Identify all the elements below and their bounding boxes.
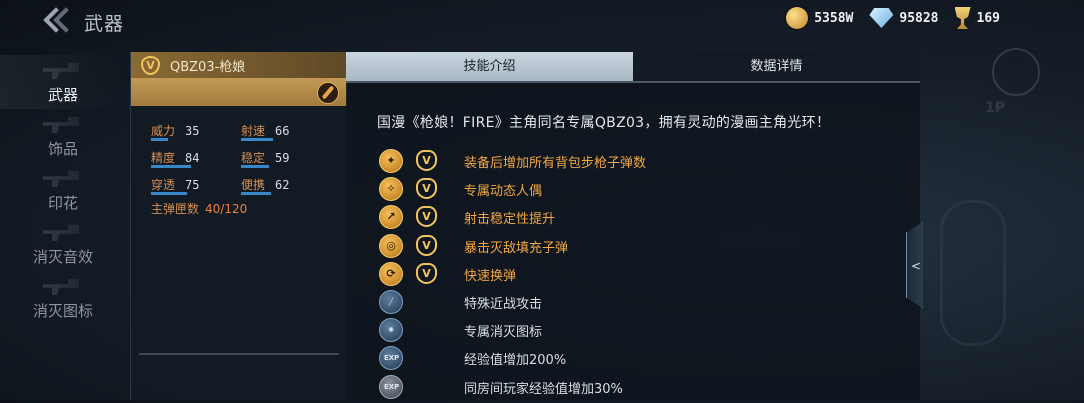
weapon-stats: 威力 35 射速 66 精度 84 稳定 59 穿透 75 便携 62 主弹匣数… [151, 122, 331, 217]
skill-text: 同房间玩家经验值增加30% [464, 381, 623, 397]
stat-bar [151, 165, 191, 168]
rifle-icon [43, 62, 79, 79]
stat-accuracy: 精度 84 [151, 149, 241, 176]
exp-room-icon: EXP [379, 374, 403, 399]
sidebar-item-label: 饰品 [47, 140, 78, 158]
sidebar-item-label: 消灭图标 [32, 302, 93, 320]
gold-amount: 5358W [814, 10, 854, 26]
weapon-preview-decor [940, 200, 1006, 346]
rank-badge-icon: V [141, 55, 160, 75]
diamond-amount: 95828 [899, 10, 939, 26]
reload-icon: ⟳ [379, 261, 403, 286]
skill-text: 特殊近战攻击 [464, 296, 543, 312]
accessory-icon [43, 116, 79, 133]
kill-icon: ✺ [379, 318, 403, 343]
stat-fire-rate: 射速 66 [241, 122, 331, 149]
stat-bar [241, 138, 273, 141]
chevron-left-icon: < [911, 259, 922, 273]
sidebar-item-kill-icon[interactable]: 消灭图标 [0, 271, 126, 325]
weapon-banner [131, 78, 347, 106]
divider [139, 353, 339, 355]
rank-badge-icon: V [416, 262, 437, 284]
sidebar-item-accessory[interactable]: 饰品 [0, 109, 126, 163]
stat-bar [151, 138, 168, 141]
melee-icon: ╱ [379, 289, 403, 314]
diamond-icon [869, 8, 894, 28]
tab-skill-intro[interactable]: 技能介绍 [346, 52, 633, 81]
currency-bar: 5358W 95828 169 [786, 7, 1010, 29]
skill-text: 快速换弹 [464, 268, 517, 284]
sound-icon [43, 224, 79, 241]
tab-data-details[interactable]: 数据详情 [633, 52, 920, 81]
dial-icon [992, 48, 1040, 96]
category-sidebar: 武器 饰品 印花 消灭音效 消灭图标 [0, 55, 126, 325]
stat-bar [241, 165, 269, 168]
refill-icon: ◎ [379, 233, 403, 258]
doll-icon: ✧ [379, 177, 403, 202]
ammo-icon: ✦ [379, 149, 403, 173]
skill-text: 暴击灭敌填充子弹 [464, 240, 569, 256]
stat-penetration: 穿透 75 [151, 176, 241, 203]
weapon-name: QBZ03-枪娘 [170, 59, 246, 75]
tab-bar: 技能介绍 数据详情 [346, 52, 920, 83]
wings-icon [43, 278, 79, 295]
weapon-description: 国漫《枪娘！FIRE》主角同名专属QBZ03，拥有灵动的漫画主角光环！ [377, 115, 831, 131]
stat-bar [241, 192, 271, 195]
view-mode-label: 1P [985, 100, 1006, 116]
rank-badge-icon: V [416, 206, 437, 228]
sidebar-item-label: 消灭音效 [32, 248, 93, 266]
rank-badge-icon: V [416, 150, 437, 171]
stat-power: 威力 35 [151, 122, 241, 149]
skill-text: 装备后增加所有背包步枪子弹数 [464, 156, 647, 171]
sidebar-item-kill-sound[interactable]: 消灭音效 [0, 217, 126, 271]
skill-text: 专属消灭图标 [464, 325, 543, 341]
sidebar-item-label: 印花 [47, 194, 78, 212]
rank-badge-icon: V [416, 178, 437, 200]
trophy-icon [954, 7, 971, 29]
gold-coin-icon [786, 7, 809, 29]
sidebar-item-weapon[interactable]: 武器 [0, 55, 126, 109]
bullet-icon [317, 82, 339, 104]
panel-collapse-button[interactable]: < [906, 222, 923, 308]
stability-icon: ↗ [379, 205, 403, 230]
top-bar: 武器 5358W 95828 169 [0, 0, 1084, 44]
stat-portability: 便携 62 [241, 176, 331, 203]
stat-bar [151, 192, 187, 195]
page-title: 武器 [84, 13, 125, 35]
skill-text: 经验值增加200% [464, 353, 567, 369]
back-button[interactable] [38, 7, 79, 36]
weapon-header: V QBZ03-枪娘 [131, 52, 347, 78]
decal-icon [43, 170, 79, 187]
rank-badge-icon: V [416, 234, 437, 256]
skill-text: 专属动态人偶 [464, 184, 543, 200]
sidebar-item-label: 武器 [47, 86, 78, 104]
stat-stability: 稳定 59 [241, 149, 331, 176]
exp-icon: EXP [379, 346, 403, 371]
trophy-amount: 169 [976, 10, 1000, 26]
weapon-card: V QBZ03-枪娘 威力 35 射速 66 精度 84 稳定 59 穿透 75… [130, 52, 347, 400]
skill-text: 射击稳定性提升 [464, 212, 556, 228]
sidebar-item-decal[interactable]: 印花 [0, 163, 126, 217]
detail-panel: 技能介绍 数据详情 国漫《枪娘！FIRE》主角同名专属QBZ03，拥有灵动的漫画… [346, 52, 920, 400]
